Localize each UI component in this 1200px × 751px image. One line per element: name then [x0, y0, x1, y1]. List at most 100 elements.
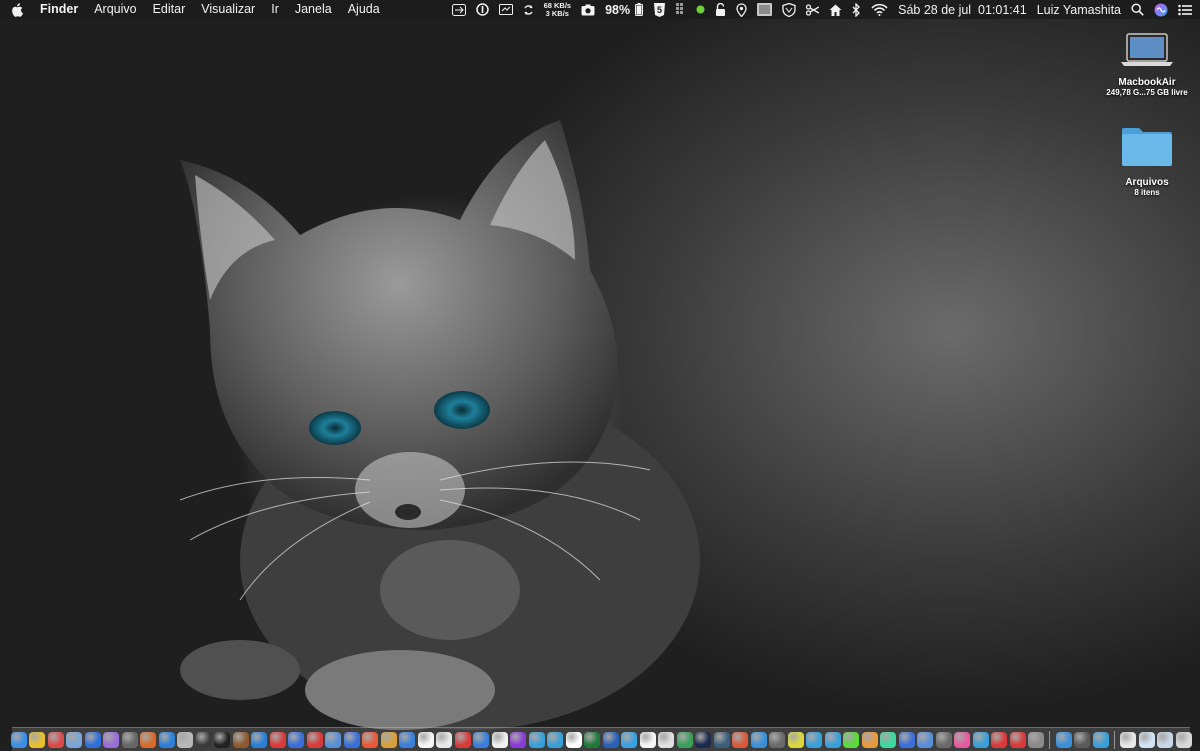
dock-app-icon[interactable] — [954, 731, 970, 748]
status-green-dot-icon[interactable] — [691, 0, 710, 19]
dock-app-icon[interactable] — [991, 731, 1007, 748]
dock-app-icon[interactable] — [121, 731, 138, 748]
menu-ir[interactable]: Ir — [263, 0, 287, 19]
desktop-item-arquivos[interactable]: Arquivos 8 itens — [1092, 124, 1200, 197]
dock-app-icon[interactable] — [362, 731, 378, 748]
html5-icon[interactable]: 5 — [648, 0, 671, 19]
screenshot-icon[interactable] — [576, 0, 600, 19]
dock-app-icon[interactable] — [269, 731, 286, 748]
dock-app-icon[interactable] — [288, 731, 304, 748]
bluetooth-icon[interactable] — [847, 0, 866, 19]
dock-app-icon[interactable] — [732, 731, 748, 748]
dock-app-icon[interactable] — [325, 731, 341, 748]
dock-app-icon[interactable] — [824, 731, 841, 748]
dock-app-icon[interactable] — [565, 731, 582, 748]
dock-app-icon[interactable] — [84, 731, 101, 748]
dock-app-icon[interactable] — [880, 731, 896, 748]
scissors-icon[interactable] — [801, 0, 824, 19]
dock-app-icon[interactable] — [1175, 731, 1192, 748]
notification-center-icon[interactable] — [1173, 0, 1200, 19]
dock-app-icon[interactable] — [380, 731, 397, 748]
dock-app-icon[interactable] — [29, 731, 45, 748]
dock-app-icon[interactable] — [454, 731, 471, 748]
dock-apps-group — [9, 731, 1045, 748]
dock-app-icon[interactable] — [861, 731, 878, 748]
menu-ajuda[interactable]: Ajuda — [340, 0, 388, 19]
dock-app-icon[interactable] — [695, 731, 711, 748]
dock-app-icon[interactable] — [621, 731, 637, 748]
onepassword-icon[interactable] — [471, 0, 494, 19]
battery-percent[interactable]: 98% — [600, 0, 635, 19]
dock-app-icon[interactable] — [639, 731, 656, 748]
dock-app-icon[interactable] — [140, 731, 156, 748]
home-icon[interactable] — [824, 0, 847, 19]
dock-app-icon[interactable] — [343, 731, 360, 748]
dock-app-icon[interactable] — [66, 731, 82, 748]
desktop-item-macbookair[interactable]: MacbookAir 249,78 G...75 GB livre — [1092, 32, 1200, 97]
dock-app-icon[interactable] — [103, 731, 119, 748]
siri-icon[interactable] — [1149, 0, 1173, 19]
dock-app-icon[interactable] — [972, 731, 989, 748]
shield-icon[interactable] — [777, 0, 801, 19]
dock-app-icon[interactable] — [676, 731, 693, 748]
dock-app-icon[interactable] — [1120, 731, 1136, 748]
dock-app-icon[interactable] — [547, 731, 563, 748]
dock-utilities-group — [1054, 731, 1110, 748]
dock-app-icon[interactable] — [510, 731, 526, 748]
menu-janela[interactable]: Janela — [287, 0, 340, 19]
dock-app-icon[interactable] — [917, 731, 933, 748]
dock-app-icon[interactable] — [787, 731, 804, 748]
dock-app-icon[interactable] — [251, 731, 267, 748]
dock-app-icon[interactable] — [935, 731, 952, 748]
dock-app-icon[interactable] — [417, 731, 434, 748]
dock-app-icon[interactable] — [1074, 731, 1090, 748]
dock-app-icon[interactable] — [769, 731, 785, 748]
dock-app-icon[interactable] — [1092, 731, 1109, 748]
dock-app-icon[interactable] — [584, 731, 600, 748]
dock-app-icon[interactable] — [306, 731, 323, 748]
switch-icon[interactable] — [447, 0, 471, 19]
preview-app-icon[interactable] — [752, 0, 777, 19]
dock-app-icon[interactable] — [10, 731, 27, 748]
location-icon[interactable] — [731, 0, 752, 19]
app-menu-finder[interactable]: Finder — [34, 0, 86, 19]
dock-app-icon[interactable] — [473, 731, 489, 748]
wifi-icon[interactable] — [866, 0, 893, 19]
dock-app-icon[interactable] — [195, 731, 212, 748]
spotlight-search-icon[interactable] — [1126, 0, 1149, 19]
menu-arquivo[interactable]: Arquivo — [86, 0, 144, 19]
network-usage-icon[interactable] — [494, 0, 518, 19]
dock-app-icon[interactable] — [1157, 731, 1173, 748]
dock-app-icon[interactable] — [232, 731, 249, 748]
dock-app-icon[interactable] — [843, 731, 859, 748]
dock-app-icon[interactable] — [491, 731, 508, 748]
dock-app-icon[interactable] — [806, 731, 822, 748]
network-speed[interactable]: 68 KB/s 3 KB/s — [539, 0, 577, 19]
clock-datetime[interactable]: Sáb 28 de jul 01:01:41 — [893, 0, 1032, 19]
dock-app-icon[interactable] — [1028, 731, 1044, 748]
dock-app-icon[interactable] — [1055, 731, 1072, 748]
dock-app-icon[interactable] — [602, 731, 619, 748]
dock-app-icon[interactable] — [47, 731, 64, 748]
battery-icon[interactable] — [635, 0, 648, 19]
dock-app-icon[interactable] — [436, 731, 452, 748]
dock-app-icon[interactable] — [658, 731, 674, 748]
sync-icon[interactable] — [518, 0, 539, 19]
menu-editar[interactable]: Editar — [145, 0, 194, 19]
dock-app-icon[interactable] — [177, 731, 193, 748]
dock-app-icon[interactable] — [713, 731, 730, 748]
dock-app-icon[interactable] — [1009, 731, 1026, 748]
lock-icon[interactable] — [710, 0, 731, 19]
menu-visualizar[interactable]: Visualizar — [193, 0, 263, 19]
dock-app-icon[interactable] — [750, 731, 767, 748]
desktop-item-info: 8 itens — [1134, 188, 1160, 197]
dock-app-icon[interactable] — [1138, 731, 1155, 748]
memory-meter-icon[interactable] — [671, 0, 691, 19]
dock-app-icon[interactable] — [528, 731, 545, 748]
dock-app-icon[interactable] — [158, 731, 175, 748]
dock-app-icon[interactable] — [399, 731, 415, 748]
user-name[interactable]: Luiz Yamashita — [1032, 0, 1126, 19]
dock-app-icon[interactable] — [898, 731, 915, 748]
dock-app-icon[interactable] — [214, 731, 230, 748]
apple-menu-icon[interactable] — [0, 2, 34, 17]
